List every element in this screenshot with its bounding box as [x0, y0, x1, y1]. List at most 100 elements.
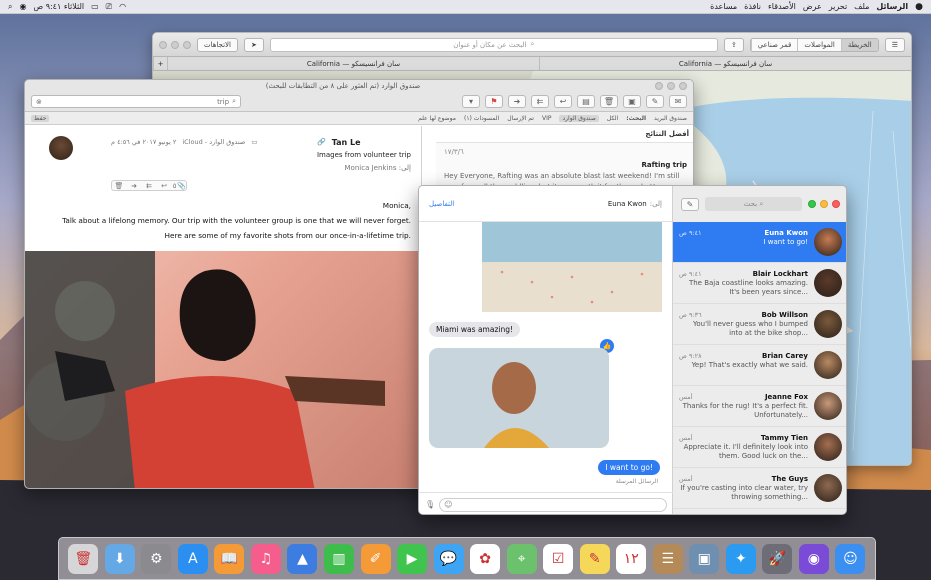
- clock[interactable]: الثلاثاء ٩:٤١ ص: [33, 2, 84, 11]
- scope-all[interactable]: الكل: [607, 115, 618, 122]
- trash-icon[interactable]: 🗑: [68, 543, 99, 574]
- attached-photo[interactable]: [25, 251, 422, 488]
- conversation-item[interactable]: The Guys أمس If you're casting into clear …: [673, 468, 846, 509]
- save-search-button[interactable]: حفظ: [31, 114, 50, 122]
- pages-icon[interactable]: ✐: [360, 543, 391, 574]
- conversation-item[interactable]: Tammy Tien أمس Appreciate it. I'll definit…: [673, 427, 846, 468]
- forward-icon[interactable]: ➜: [127, 181, 141, 190]
- directions-button[interactable]: الاتجاهات: [197, 37, 238, 52]
- segment-satellite[interactable]: قمر صناعي: [750, 38, 798, 51]
- location-arrow-icon[interactable]: ➤: [243, 37, 264, 52]
- photos-icon[interactable]: ✿: [470, 543, 501, 574]
- compose-icon[interactable]: ✎: [681, 197, 699, 211]
- menu-edit[interactable]: تحرير: [829, 2, 847, 11]
- scope-sent[interactable]: تم الإرسال: [507, 115, 534, 122]
- conversation-item[interactable]: Jeanne Fox أمس Thanks for the rug! It's a …: [673, 386, 846, 427]
- menu-view[interactable]: عرض: [803, 2, 822, 11]
- portrait-photo[interactable]: [429, 348, 609, 448]
- facetime-icon[interactable]: ▶: [397, 543, 428, 574]
- keynote-icon[interactable]: ▲: [287, 543, 318, 574]
- maps-search-field[interactable]: البحث عن مكان أو عنوان ⌕: [269, 37, 718, 52]
- move-icon[interactable]: ▾: [462, 95, 480, 108]
- clear-search-icon[interactable]: ⊗: [36, 98, 42, 106]
- calendar-icon[interactable]: ١٢: [616, 543, 647, 574]
- safari-icon[interactable]: ✦: [725, 543, 756, 574]
- compose-icon[interactable]: ✎: [646, 95, 664, 108]
- junk-icon[interactable]: ▤: [577, 95, 595, 108]
- siri-icon[interactable]: ◉: [798, 543, 829, 574]
- apple-menu-icon[interactable]: ●: [915, 2, 923, 12]
- wifi-icon[interactable]: ◠: [119, 2, 126, 11]
- minimize-button[interactable]: [667, 82, 675, 90]
- conversation-item[interactable]: Blair Lockhart ٩:٤١ ص The Baja coastline l…: [673, 263, 846, 304]
- preview-icon[interactable]: ▣: [689, 543, 720, 574]
- menu-help[interactable]: مساعدة: [710, 2, 737, 11]
- reminders-icon[interactable]: ☑: [543, 543, 574, 574]
- contacts-icon[interactable]: ☰: [652, 543, 683, 574]
- segment-map[interactable]: الخريطة: [840, 38, 878, 51]
- ibooks-icon[interactable]: 📖: [214, 543, 245, 574]
- downloads-icon[interactable]: ⬇: [104, 543, 135, 574]
- outgoing-message-bubble[interactable]: I want to go!: [598, 460, 660, 475]
- menu-window[interactable]: نافذة: [744, 2, 761, 11]
- minimize-button[interactable]: [171, 40, 179, 49]
- search-icon[interactable]: ⌕: [8, 2, 12, 12]
- scope-flagged[interactable]: موضوع لها علم: [418, 115, 456, 122]
- notes-icon[interactable]: ✎: [579, 543, 610, 574]
- new-tab-button[interactable]: +: [153, 57, 167, 70]
- menu-app-name[interactable]: الرسائل: [876, 2, 908, 11]
- message-input[interactable]: ☺: [439, 497, 667, 512]
- zoom-button[interactable]: [808, 200, 816, 208]
- conversation-item[interactable]: Bob Willson ٩:٣٦ ص You'll never guess who …: [673, 304, 846, 345]
- maps-toolbar: الاتجاهات ➤ البحث عن مكان أو عنوان ⌕ ⇪ ا…: [153, 33, 911, 57]
- launchpad-icon[interactable]: 🚀: [762, 543, 793, 574]
- sidebar-toggle-icon[interactable]: ☰: [884, 37, 905, 52]
- menu-buddies[interactable]: الأصدقاء: [768, 2, 796, 11]
- reply-all-icon[interactable]: ⇇: [531, 95, 549, 108]
- zoom-button[interactable]: [655, 82, 663, 90]
- trash-icon[interactable]: 🗑: [112, 181, 126, 190]
- messages-window: التفاصيل إلى: Euna Kwon Miami was amazin…: [418, 185, 847, 515]
- scope-drafts[interactable]: المسودات (١): [464, 115, 499, 122]
- microphone-icon[interactable]: 🎙: [425, 500, 435, 509]
- forward-icon[interactable]: ➜: [508, 95, 526, 108]
- mail-search-field[interactable]: ⊗ trip ⌕: [31, 95, 241, 108]
- share-icon[interactable]: ⇪: [723, 37, 744, 52]
- close-button[interactable]: [679, 82, 687, 90]
- numbers-icon[interactable]: ▥: [323, 543, 354, 574]
- menu-file[interactable]: ملف: [854, 2, 869, 11]
- itunes-icon[interactable]: ♫: [250, 543, 281, 574]
- trash-icon[interactable]: 🗑: [600, 95, 618, 108]
- reply-icon[interactable]: ↩: [157, 181, 171, 190]
- close-button[interactable]: [159, 40, 167, 49]
- scope-vip[interactable]: VIP: [542, 115, 552, 122]
- conversation-item[interactable]: Euna Kwon ٩:٤١ ص I want to go!: [673, 222, 846, 263]
- tab-san-francisco-1[interactable]: California — سان فرانسيسكو: [539, 57, 911, 70]
- details-button[interactable]: التفاصيل: [429, 200, 454, 208]
- scope-inbox[interactable]: صندوق الوارد: [559, 114, 599, 122]
- reply-all-icon[interactable]: ⇇: [142, 181, 156, 190]
- flag-icon[interactable]: ⚑: [485, 95, 503, 108]
- reply-icon[interactable]: ↩: [554, 95, 572, 108]
- incoming-message-bubble[interactable]: Miami was amazing!: [429, 322, 520, 337]
- archive-icon[interactable]: ▣: [623, 95, 641, 108]
- close-button[interactable]: [832, 200, 840, 208]
- conversation-search[interactable]: بحث ⌕: [705, 197, 802, 211]
- tab-san-francisco-2[interactable]: California — سان فرانسيسكو: [167, 57, 539, 70]
- messages-icon[interactable]: 💬: [433, 543, 464, 574]
- system-preferences-icon[interactable]: ⚙: [141, 543, 172, 574]
- display-icon[interactable]: ▭: [91, 2, 99, 11]
- maps-icon[interactable]: ⌖: [506, 543, 537, 574]
- app-store-icon[interactable]: A: [177, 543, 208, 574]
- attachment-count[interactable]: ٥ 📎: [172, 181, 186, 190]
- siri-icon[interactable]: ◉: [19, 2, 26, 11]
- conversation-item[interactable]: Brian Carey ٩:٢٨ ص Yep! That's exactly wha…: [673, 345, 846, 386]
- get-mail-icon[interactable]: ✉: [669, 95, 687, 108]
- beach-photo[interactable]: [482, 222, 662, 312]
- airplay-icon[interactable]: ⎚: [106, 2, 112, 12]
- segment-transit[interactable]: المواصلات: [797, 38, 841, 51]
- emoji-icon[interactable]: ☺: [444, 500, 452, 509]
- finder-icon[interactable]: ☺: [835, 543, 866, 574]
- minimize-button[interactable]: [820, 200, 828, 208]
- zoom-button[interactable]: [183, 40, 191, 49]
